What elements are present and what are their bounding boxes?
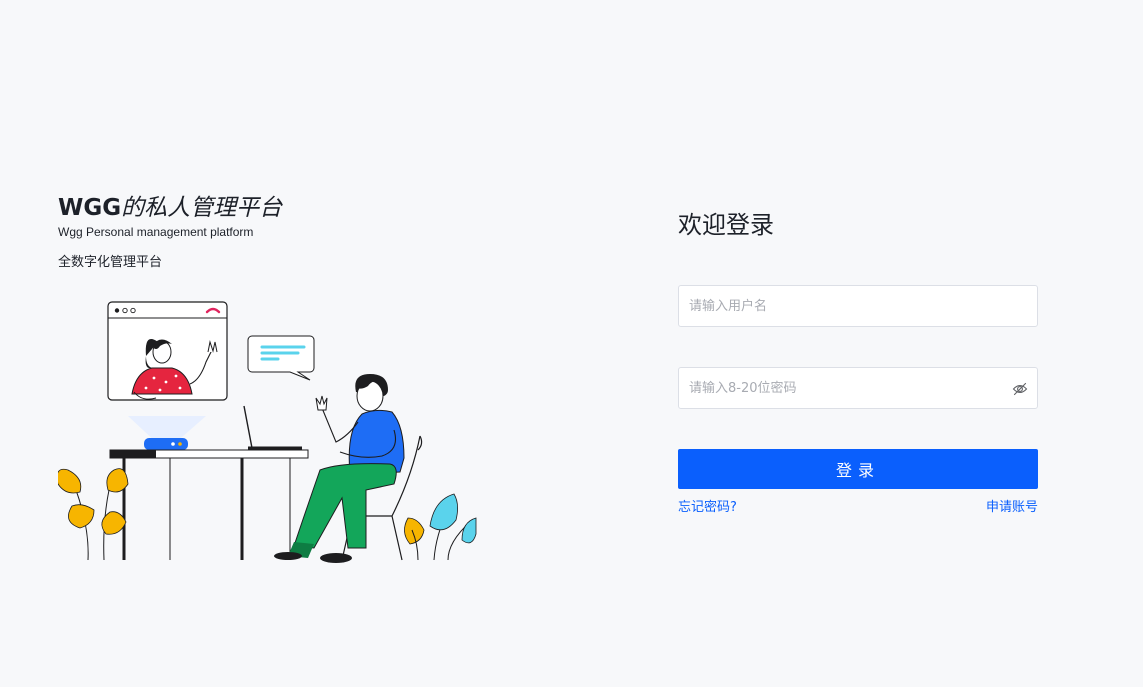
password-field [678, 367, 1038, 409]
login-button[interactable]: 登录 [678, 449, 1038, 489]
illustration-video-call [58, 301, 477, 563]
password-input[interactable] [679, 368, 1037, 408]
eye-off-icon[interactable] [1012, 381, 1028, 397]
login-title: 欢迎登录 [678, 211, 774, 239]
forgot-password-link[interactable]: 忘记密码? [678, 499, 737, 517]
brand-title-cn: 的私人管理平台 [121, 195, 283, 221]
login-page: WGG的私人管理平台 Wgg Personal management platf… [0, 0, 1143, 687]
man-graphic [274, 374, 405, 563]
brand-subtitle: Wgg Personal management platform [58, 225, 254, 239]
brand-block: WGG的私人管理平台 Wgg Personal management platf… [58, 192, 498, 272]
video-window-graphic [107, 301, 228, 401]
username-input[interactable] [679, 286, 1037, 326]
plant-left-graphic [58, 468, 129, 561]
projector-graphic [128, 416, 206, 450]
chat-bubble-graphic [247, 335, 315, 381]
login-form: 欢迎登录 登录 忘记密码? 申请账号 [678, 208, 1038, 517]
desk-graphic [109, 405, 309, 560]
plant-right-graphic [404, 493, 477, 561]
brand-title-latin: WGG [58, 195, 122, 221]
form-links: 忘记密码? 申请账号 [678, 499, 1038, 517]
brand-title: WGG的私人管理平台 [58, 192, 498, 224]
brand-description: 全数字化管理平台 [58, 255, 163, 270]
apply-account-link[interactable]: 申请账号 [986, 499, 1038, 517]
username-field [678, 285, 1038, 327]
